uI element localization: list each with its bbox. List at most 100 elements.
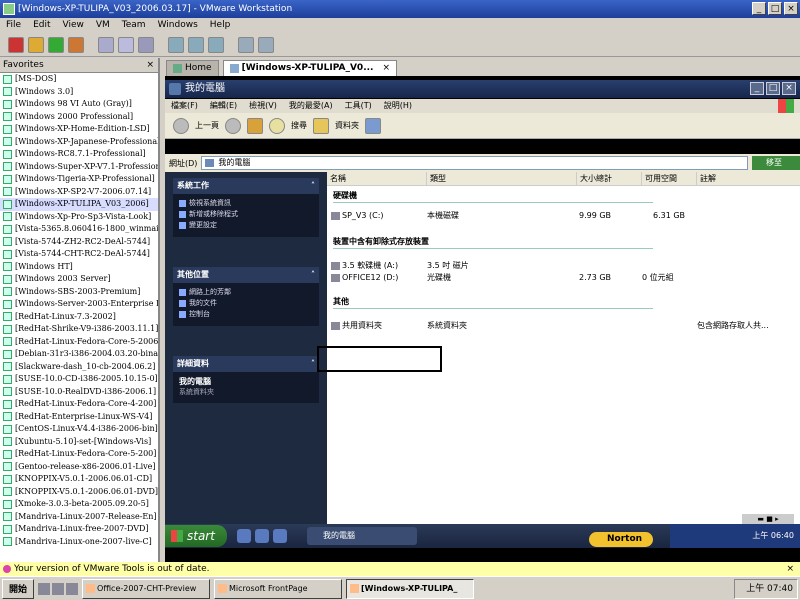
favorite-item[interactable]: [Mandriva-Linux-free-2007-DVD] bbox=[0, 523, 158, 536]
favorite-item[interactable]: [KNOPPIX-V5.0.1-2006.06.01-DVD] bbox=[0, 486, 158, 499]
favorite-item[interactable]: [Windows-Xp-Pro-Sp3-Vista-Look] bbox=[0, 211, 158, 224]
tab-active-vm[interactable]: [Windows-XP-TULIPA_V0... × bbox=[222, 60, 397, 76]
place-link[interactable]: 我的文件 bbox=[179, 298, 313, 309]
reset-icon[interactable] bbox=[68, 36, 84, 53]
favorite-item[interactable]: [Windows-XP-SP2-V7-2006.07.14] bbox=[0, 186, 158, 199]
go-button[interactable]: 移至 bbox=[752, 156, 800, 170]
forward-icon[interactable] bbox=[225, 117, 241, 134]
view-fullscreen-icon[interactable] bbox=[208, 36, 224, 53]
favorite-item[interactable]: [Windows-Super-XP-V7.1-Professional] bbox=[0, 161, 158, 174]
close-icon[interactable]: × bbox=[786, 562, 794, 576]
place-link[interactable]: 控制台 bbox=[179, 309, 313, 320]
place-link[interactable]: 網路上的芳鄰 bbox=[179, 287, 313, 298]
favorite-item[interactable]: [Windows 2000 Professional] bbox=[0, 111, 158, 124]
view-quick-switch-icon[interactable] bbox=[188, 36, 204, 53]
favorite-item[interactable]: [Vista-5744-CHT-RC2-DeAl-5744] bbox=[0, 248, 158, 261]
revert-icon[interactable] bbox=[118, 36, 134, 53]
tab-home[interactable]: Home bbox=[166, 60, 219, 76]
host-task-vmware[interactable]: [Windows-XP-TULIPA_ bbox=[346, 578, 475, 599]
menu-windows[interactable]: Windows bbox=[158, 18, 198, 33]
folders-icon[interactable] bbox=[313, 117, 329, 134]
favorite-item[interactable]: [Windows-RC8.7.1-Professional] bbox=[0, 148, 158, 161]
group-header[interactable]: 系統工作 ˄ bbox=[173, 178, 319, 194]
favorite-item[interactable]: [Windows-XP-Japanese-Professional] bbox=[0, 136, 158, 149]
close-button[interactable]: × bbox=[784, 2, 798, 15]
menu-tools[interactable]: 工具(T) bbox=[345, 99, 372, 113]
search-icon[interactable] bbox=[269, 117, 285, 134]
favorite-item[interactable]: [Windows 3.0] bbox=[0, 86, 158, 99]
snapshot-icon[interactable] bbox=[98, 36, 114, 53]
desktop-icon[interactable] bbox=[38, 582, 51, 595]
close-icon[interactable]: × bbox=[146, 58, 154, 73]
menu-help[interactable]: 說明(H) bbox=[384, 99, 412, 113]
favorite-item[interactable]: [Mandriva-Linux-one-2007-live-C] bbox=[0, 536, 158, 549]
task-link[interactable]: 檢視系統資訊 bbox=[179, 198, 313, 209]
favorite-item[interactable]: [MS-DOS] bbox=[0, 73, 158, 86]
table-row[interactable]: OFFICE12 (D:) 光碟機 2.73 GB 0 位元組 bbox=[327, 272, 800, 284]
close-button[interactable]: × bbox=[782, 82, 796, 95]
favorite-item[interactable]: [Windows 98 VI Auto (Gray)] bbox=[0, 98, 158, 111]
favorite-item[interactable]: [Windows-Server-2003-Enterprise R2] bbox=[0, 298, 158, 311]
explorer-icon[interactable] bbox=[66, 582, 79, 595]
favorite-item[interactable]: [Windows-XP-TULIPA_V03_2006] bbox=[0, 198, 158, 211]
column-free[interactable]: 可用空間 bbox=[642, 172, 697, 186]
column-type[interactable]: 類型 bbox=[427, 172, 577, 186]
ie-icon[interactable] bbox=[237, 529, 251, 543]
table-row[interactable]: 3.5 軟碟機 (A:) 3.5 吋 磁片 bbox=[327, 260, 800, 272]
menu-edit[interactable]: Edit bbox=[33, 18, 50, 33]
column-total[interactable]: 大小總計 bbox=[577, 172, 642, 186]
snapshot-manager-icon[interactable] bbox=[138, 36, 154, 53]
menu-view[interactable]: 檢視(V) bbox=[249, 99, 277, 113]
norton-badge[interactable]: Norton bbox=[589, 532, 653, 547]
menu-file[interactable]: File bbox=[6, 18, 21, 33]
view-sidebar-icon[interactable] bbox=[168, 36, 184, 53]
favorite-item[interactable]: [KNOPPIX-V5.0.1-2006.06.01-CD] bbox=[0, 473, 158, 486]
favorite-item[interactable]: [Windows HT] bbox=[0, 261, 158, 274]
close-tab-icon[interactable]: × bbox=[382, 61, 390, 76]
favorite-item[interactable]: [Windows-XP-Home-Edition-LSD] bbox=[0, 123, 158, 136]
favorite-item[interactable]: [Vista-5744-ZH2-RC2-DeAl-5744] bbox=[0, 236, 158, 249]
menu-help[interactable]: Help bbox=[210, 18, 231, 33]
task-link[interactable]: 新增或移除程式 bbox=[179, 209, 313, 220]
start-button[interactable]: start bbox=[165, 525, 227, 547]
tray-toolbar[interactable]: ▬ ■ ▸ bbox=[742, 514, 794, 524]
address-field[interactable]: 我的電腦 bbox=[201, 156, 748, 170]
desktop-icon[interactable] bbox=[255, 529, 269, 543]
task-link[interactable]: 變更設定 bbox=[179, 220, 313, 231]
power-off-icon[interactable] bbox=[8, 36, 24, 53]
favorite-item[interactable]: [RedHat-Shrike-V9-i386-2003.11.1] bbox=[0, 323, 158, 336]
maximize-button[interactable]: □ bbox=[766, 82, 780, 95]
view-console-icon[interactable] bbox=[258, 36, 274, 53]
host-task-office[interactable]: Office-2007-CHT-Preview bbox=[82, 578, 211, 599]
host-start-button[interactable]: 開始 bbox=[2, 578, 35, 599]
minimize-button[interactable]: _ bbox=[750, 82, 764, 95]
favorite-item[interactable]: [SUSE-10.0-RealDVD-i386-2006.1] bbox=[0, 386, 158, 399]
table-row[interactable]: 共用資料夾 系統資料夾 包含網路存取人共... bbox=[327, 320, 800, 332]
media-icon[interactable] bbox=[273, 529, 287, 543]
power-on-icon[interactable] bbox=[48, 36, 64, 53]
suspend-icon[interactable] bbox=[28, 36, 44, 53]
group-header[interactable]: 其他位置 ˄ bbox=[173, 267, 319, 283]
menu-vm[interactable]: VM bbox=[96, 18, 110, 33]
taskbar-item[interactable]: 我的電腦 bbox=[307, 527, 417, 545]
menu-favorites[interactable]: 我的最愛(A) bbox=[289, 99, 333, 113]
favorite-item[interactable]: [CentOS-Linux-V4.4-i386-2006-bin] bbox=[0, 423, 158, 436]
favorite-item[interactable]: [Windows-SBS-2003-Premium] bbox=[0, 286, 158, 299]
favorite-item[interactable]: [Xmoke-3.0.3-beta-2005.09.20-5] bbox=[0, 498, 158, 511]
back-icon[interactable] bbox=[173, 117, 189, 134]
guest-screen[interactable]: 我的電腦 _ □ × 檔案(F) 編輯(E) 檢視(V) 我的最愛(A) 工具(… bbox=[165, 76, 800, 562]
favorite-item[interactable]: [RedHat-Linux-7.3-2002] bbox=[0, 311, 158, 324]
views-icon[interactable] bbox=[365, 117, 381, 134]
favorite-item[interactable]: [Windows-Tigeria-XP-Professional] bbox=[0, 173, 158, 186]
favorite-item[interactable]: [RedHat-Linux-Fedora-Core-4-200] bbox=[0, 398, 158, 411]
view-summary-icon[interactable] bbox=[238, 36, 254, 53]
menu-view[interactable]: View bbox=[63, 18, 84, 33]
search-button[interactable]: 搜尋 bbox=[291, 120, 307, 131]
menu-file[interactable]: 檔案(F) bbox=[171, 99, 198, 113]
favorite-item[interactable]: [Slackware-dash_10-cb-2004.06.2] bbox=[0, 361, 158, 374]
favorite-item[interactable]: [Xubuntu-5.10]-set-[Windows-Vis] bbox=[0, 436, 158, 449]
favorite-item[interactable]: [Windows 2003 Server] bbox=[0, 273, 158, 286]
folders-button[interactable]: 資料夾 bbox=[335, 120, 359, 131]
maximize-button[interactable]: □ bbox=[768, 2, 782, 15]
menu-edit[interactable]: 編輯(E) bbox=[210, 99, 237, 113]
